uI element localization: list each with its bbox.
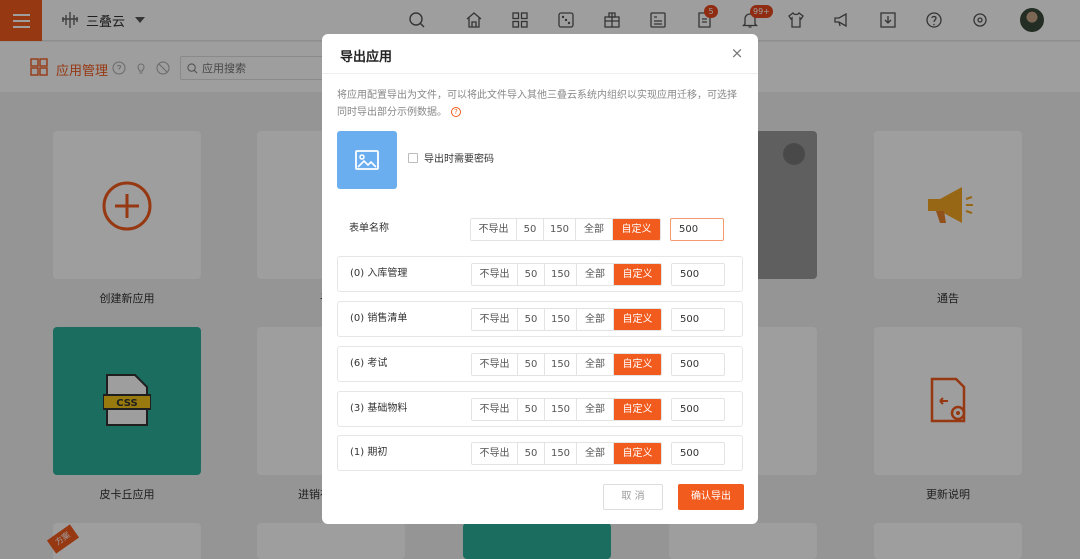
option-150[interactable]: 150 (544, 219, 576, 240)
custom-count-input[interactable]: 500 (671, 398, 725, 421)
option-all[interactable]: 全部 (577, 309, 614, 330)
option-all[interactable]: 全部 (577, 399, 614, 420)
row-label: (0) 销售清单 (350, 313, 408, 324)
option-custom[interactable]: 自定义 (614, 354, 661, 375)
form-row: (3) 基础物料 不导出 50 150 全部 自定义 500 (337, 391, 743, 427)
option-none[interactable]: 不导出 (472, 309, 518, 330)
form-row: (1) 期初 不导出 50 150 全部 自定义 500 (337, 435, 743, 471)
option-150[interactable]: 150 (545, 264, 577, 285)
option-none[interactable]: 不导出 (472, 443, 518, 464)
description-text: 将应用配置导出为文件，可以将此文件导入其他三叠云系统内组织以实现应用迁移，可选择… (337, 90, 737, 118)
confirm-export-button[interactable]: 确认导出 (678, 484, 744, 510)
option-50[interactable]: 50 (518, 264, 545, 285)
form-name-row: 表单名称 不导出 50 150 全部 自定义 500 (337, 212, 743, 248)
export-option-group: 不导出 50 150 全部 自定义 (470, 218, 661, 241)
option-150[interactable]: 150 (545, 354, 577, 375)
export-option-group: 不导出 50 150 全部 自定义 (471, 442, 662, 465)
option-none[interactable]: 不导出 (471, 219, 517, 240)
custom-count-input[interactable]: 500 (671, 263, 725, 286)
export-option-group: 不导出 50 150 全部 自定义 (471, 353, 662, 376)
dialog-header: 导出应用 × (322, 34, 758, 74)
option-150[interactable]: 150 (545, 443, 577, 464)
option-50[interactable]: 50 (518, 399, 545, 420)
option-all[interactable]: 全部 (577, 264, 614, 285)
option-150[interactable]: 150 (545, 309, 577, 330)
image-icon (355, 150, 379, 170)
row-label: (3) 基础物料 (350, 403, 408, 414)
checkbox-label: 导出时需要密码 (424, 154, 494, 165)
option-custom[interactable]: 自定义 (614, 443, 661, 464)
option-custom[interactable]: 自定义 (614, 309, 661, 330)
option-custom[interactable]: 自定义 (614, 264, 661, 285)
option-none[interactable]: 不导出 (472, 354, 518, 375)
option-custom[interactable]: 自定义 (613, 219, 660, 240)
require-password-checkbox[interactable]: 导出时需要密码 (408, 150, 494, 165)
export-app-dialog: 导出应用 × 将应用配置导出为文件，可以将此文件导入其他三叠云系统内组织以实现应… (322, 34, 758, 524)
option-150[interactable]: 150 (545, 399, 577, 420)
form-row: (6) 考试 不导出 50 150 全部 自定义 500 (337, 346, 743, 382)
cancel-button[interactable]: 取 消 (603, 484, 663, 510)
export-option-group: 不导出 50 150 全部 自定义 (471, 263, 662, 286)
option-custom[interactable]: 自定义 (614, 399, 661, 420)
export-option-group: 不导出 50 150 全部 自定义 (471, 398, 662, 421)
option-50[interactable]: 50 (518, 354, 545, 375)
help-icon[interactable]: ? (451, 107, 461, 117)
custom-count-input[interactable]: 500 (671, 353, 725, 376)
option-all[interactable]: 全部 (577, 443, 614, 464)
dialog-title: 导出应用 (340, 50, 393, 65)
option-50[interactable]: 50 (517, 219, 544, 240)
row-label: (1) 期初 (350, 447, 388, 458)
option-50[interactable]: 50 (518, 309, 545, 330)
close-icon[interactable]: × (728, 44, 746, 62)
dialog-description: 将应用配置导出为文件，可以将此文件导入其他三叠云系统内组织以实现应用迁移，可选择… (337, 87, 745, 121)
form-row: (0) 销售清单 不导出 50 150 全部 自定义 500 (337, 301, 743, 337)
row-label: (0) 入库管理 (350, 268, 408, 279)
custom-count-input[interactable]: 500 (670, 218, 724, 241)
custom-count-input[interactable]: 500 (671, 308, 725, 331)
option-all[interactable]: 全部 (577, 354, 614, 375)
option-all[interactable]: 全部 (576, 219, 613, 240)
row-label: (6) 考试 (350, 358, 388, 369)
checkbox[interactable] (408, 152, 418, 163)
export-option-group: 不导出 50 150 全部 自定义 (471, 308, 662, 331)
option-none[interactable]: 不导出 (472, 264, 518, 285)
option-none[interactable]: 不导出 (472, 399, 518, 420)
row-label: 表单名称 (349, 223, 389, 234)
custom-count-input[interactable]: 500 (671, 442, 725, 465)
app-image-placeholder[interactable] (337, 131, 397, 189)
option-50[interactable]: 50 (518, 443, 545, 464)
form-row: (0) 入库管理 不导出 50 150 全部 自定义 500 (337, 256, 743, 292)
